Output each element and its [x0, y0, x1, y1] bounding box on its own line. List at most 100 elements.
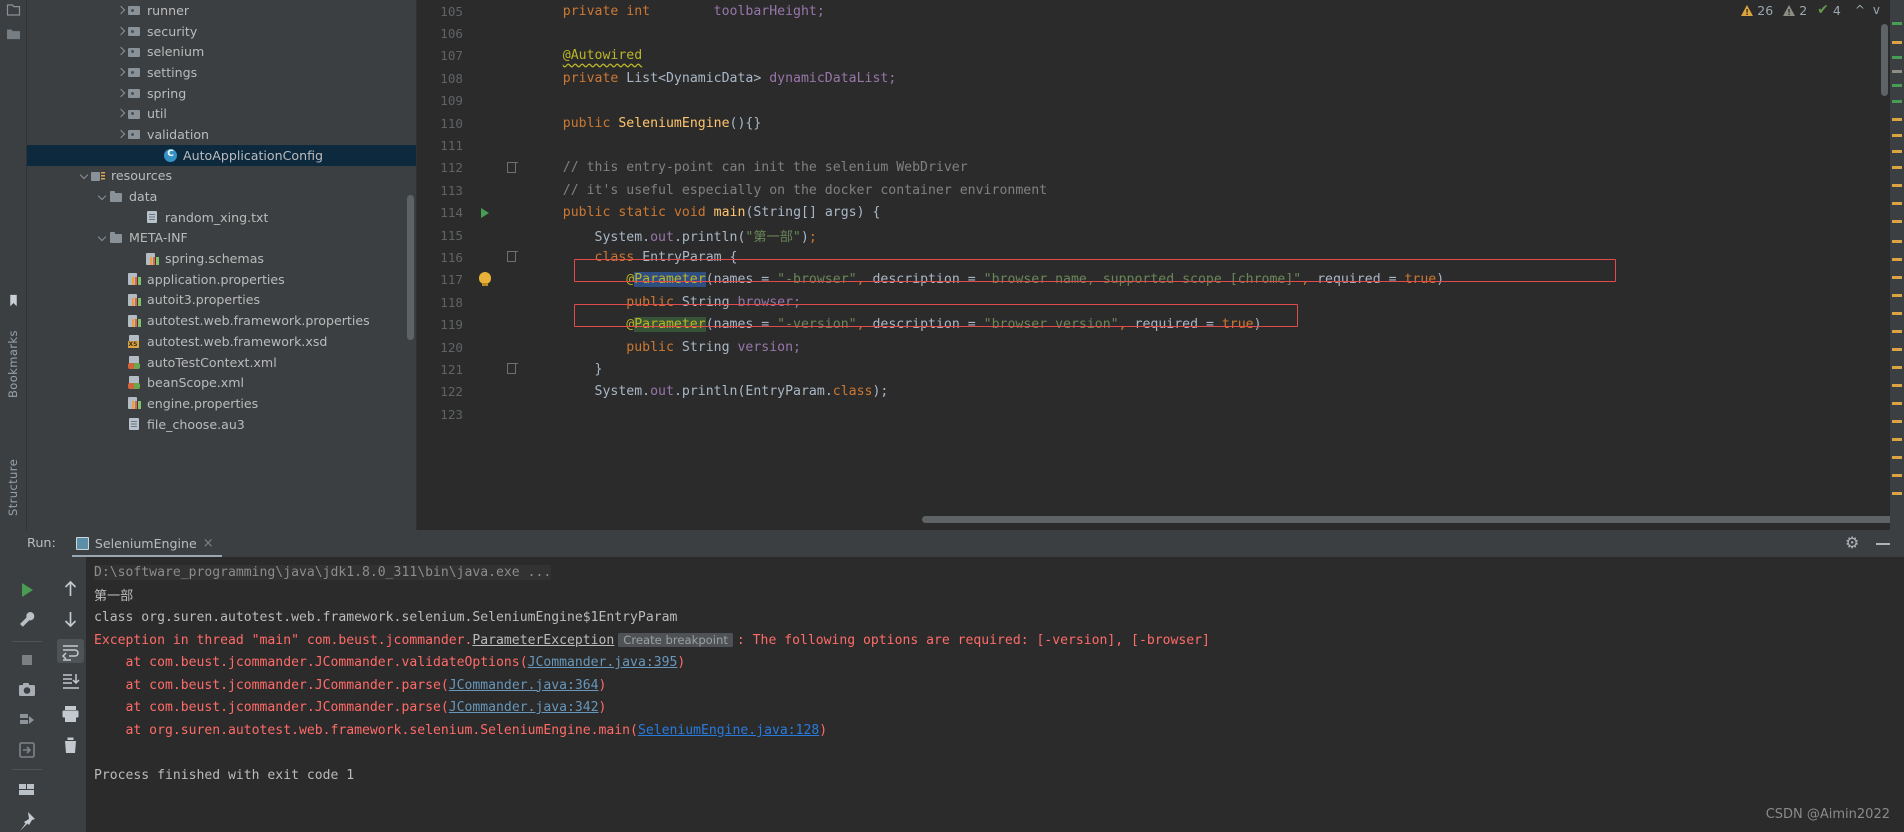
tree-item[interactable]: security: [27, 21, 416, 42]
camera-icon[interactable]: [16, 679, 38, 701]
stack-frame-link[interactable]: JCommander.java:395: [528, 655, 678, 670]
fold-column[interactable]: [503, 157, 521, 179]
chevron-right-icon[interactable]: [114, 128, 127, 141]
code-line[interactable]: 109: [417, 90, 1904, 112]
prev-highlight-icon[interactable]: ^: [1853, 3, 1867, 17]
rerun-play-icon[interactable]: [16, 579, 38, 601]
structure-label[interactable]: Structure: [6, 440, 20, 516]
fold-column[interactable]: [503, 246, 521, 268]
gutter[interactable]: [473, 358, 503, 380]
tree-item[interactable]: data: [27, 186, 416, 207]
code-line[interactable]: 108 private List<DynamicData> dynamicDat…: [417, 67, 1904, 89]
tree-item[interactable]: autoTestContext.xml: [27, 352, 416, 373]
chevron-right-icon[interactable]: [114, 107, 127, 120]
tree-item[interactable]: file_choose.au3: [27, 414, 416, 435]
thread-dump-icon[interactable]: [16, 709, 38, 731]
stop-icon[interactable]: [16, 649, 38, 671]
gutter[interactable]: [473, 224, 503, 246]
fold-marker-icon[interactable]: [507, 363, 518, 375]
tree-item[interactable]: META-INF: [27, 228, 416, 249]
gutter[interactable]: [473, 269, 503, 291]
tree-item[interactable]: random_xing.txt: [27, 207, 416, 228]
editor-horizontal-scrollbar[interactable]: [922, 516, 1892, 523]
fold-column[interactable]: [503, 291, 521, 313]
scroll-down-icon[interactable]: [60, 609, 81, 630]
gutter[interactable]: [473, 336, 503, 358]
chevron-right-icon[interactable]: [114, 87, 127, 100]
intention-bulb-icon[interactable]: [479, 271, 491, 286]
fold-column[interactable]: [503, 0, 521, 22]
gutter[interactable]: [473, 381, 503, 403]
gutter[interactable]: [473, 112, 503, 134]
wrench-icon[interactable]: [16, 609, 38, 631]
code-line[interactable]: 113 // it's useful especially on the doc…: [417, 179, 1904, 201]
code-line[interactable]: 116 class EntryParam {: [417, 246, 1904, 268]
stack-frame-link[interactable]: JCommander.java:342: [449, 700, 599, 715]
tree-item[interactable]: engine.properties: [27, 393, 416, 414]
tree-item[interactable]: util: [27, 103, 416, 124]
chevron-right-icon[interactable]: [114, 45, 127, 58]
layout-icon[interactable]: [16, 779, 38, 801]
tree-item[interactable]: autoit3.properties: [27, 290, 416, 311]
tree-item[interactable]: runner: [27, 0, 416, 21]
tree-item[interactable]: autotest.web.framework.properties: [27, 310, 416, 331]
code-line[interactable]: 117 @Parameter(names = "-browser", descr…: [417, 269, 1904, 291]
chevron-right-icon[interactable]: [114, 25, 127, 38]
fold-column[interactable]: [503, 269, 521, 291]
create-breakpoint-chip[interactable]: Create breakpoint: [618, 633, 733, 648]
pin-icon[interactable]: [16, 809, 38, 831]
scroll-up-icon[interactable]: [60, 579, 81, 600]
code-line[interactable]: 105 private int toolbarHeight;: [417, 0, 1904, 22]
fold-column[interactable]: [503, 22, 521, 44]
code-line[interactable]: 122 System.out.println(EntryParam.class)…: [417, 381, 1904, 403]
fold-column[interactable]: [503, 313, 521, 335]
run-tab-seleniumengine[interactable]: SeleniumEngine ×: [71, 530, 222, 557]
gutter[interactable]: [473, 179, 503, 201]
gutter[interactable]: [473, 157, 503, 179]
gear-icon[interactable]: [1845, 533, 1860, 552]
tree-item[interactable]: selenium: [27, 41, 416, 62]
stack-frame-link[interactable]: SeleniumEngine.java:128: [638, 723, 819, 738]
fold-column[interactable]: [503, 336, 521, 358]
clear-all-icon[interactable]: [60, 735, 81, 756]
soft-wrap-icon[interactable]: [60, 641, 81, 662]
chevron-down-icon[interactable]: [96, 190, 109, 203]
print-icon[interactable]: [60, 703, 81, 724]
code-line[interactable]: 106: [417, 22, 1904, 44]
code-line[interactable]: 120 public String version;: [417, 336, 1904, 358]
gutter[interactable]: [473, 202, 503, 224]
gutter[interactable]: [473, 45, 503, 67]
fold-column[interactable]: [503, 67, 521, 89]
gutter[interactable]: [473, 67, 503, 89]
fold-column[interactable]: [503, 224, 521, 246]
project-tree[interactable]: runner security selenium settings spring util…: [27, 0, 417, 530]
fold-column[interactable]: [503, 45, 521, 67]
fold-marker-icon[interactable]: [507, 251, 518, 263]
gutter[interactable]: [473, 90, 503, 112]
run-gutter-icon[interactable]: [481, 207, 489, 218]
inspection-widget[interactable]: 26 2 ✔ 4 ^ v: [1741, 0, 1882, 20]
scroll-to-end-icon[interactable]: [60, 671, 81, 692]
fold-column[interactable]: [503, 179, 521, 201]
code-line[interactable]: 115 System.out.println("第一部");: [417, 224, 1904, 246]
gutter[interactable]: [473, 313, 503, 335]
chevron-right-icon[interactable]: [114, 4, 127, 17]
exception-class-link[interactable]: ParameterException: [472, 633, 614, 648]
code-line[interactable]: 123: [417, 403, 1904, 425]
code-editor[interactable]: 105 private int toolbarHeight; 106 107 @Au…: [417, 0, 1904, 530]
fold-column[interactable]: [503, 358, 521, 380]
code-line[interactable]: 121 }: [417, 358, 1904, 380]
code-line[interactable]: 114 public static void main(String[] arg…: [417, 202, 1904, 224]
gutter[interactable]: [473, 246, 503, 268]
gutter[interactable]: [473, 403, 503, 425]
fold-column[interactable]: [503, 134, 521, 156]
fold-marker-icon[interactable]: [507, 161, 518, 173]
fold-column[interactable]: [503, 403, 521, 425]
tree-item[interactable]: application.properties: [27, 269, 416, 290]
code-line[interactable]: 118 public String browser;: [417, 291, 1904, 313]
tree-item[interactable]: AutoApplicationConfig: [27, 144, 416, 166]
chevron-down-icon[interactable]: [78, 169, 91, 182]
tree-item[interactable]: autotest.web.framework.xsd: [27, 331, 416, 352]
code-line[interactable]: 110 public SeleniumEngine(){}: [417, 112, 1904, 134]
code-line[interactable]: 112 // this entry-point can init the sel…: [417, 157, 1904, 179]
